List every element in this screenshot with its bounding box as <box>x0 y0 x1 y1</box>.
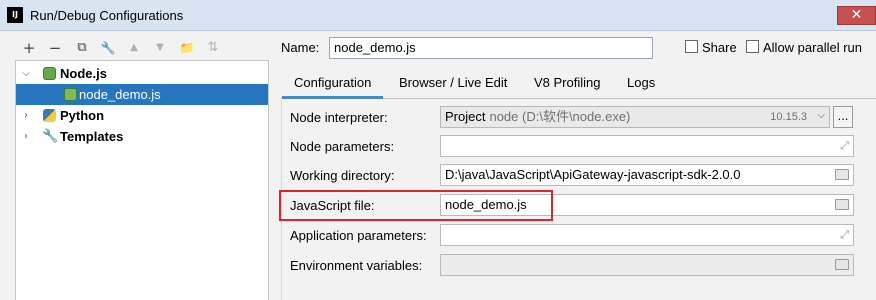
application-parameters-label: Application parameters: <box>290 228 427 243</box>
close-button[interactable]: ✕ <box>837 6 876 25</box>
working-directory-value: D:\java\JavaScript\ApiGateway-javascript… <box>445 167 741 182</box>
chevron-right-icon[interactable]: › <box>20 126 32 147</box>
allow-parallel-run-label: Allow parallel run <box>763 40 862 55</box>
browse-interpreter-button[interactable]: ... <box>833 106 853 128</box>
tree-item-label: node_demo.js <box>79 87 161 102</box>
config-toolbar: + − ⧉ 🔧 ▲ ▼ 📁 ⇅ <box>15 37 269 59</box>
wrench-icon: 🔧 <box>42 129 59 144</box>
nodejs-icon <box>64 88 77 101</box>
interpreter-version: 10.15.3 <box>770 111 807 123</box>
folder-icon[interactable] <box>835 199 849 210</box>
working-directory-label: Working directory: <box>290 168 395 183</box>
remove-button[interactable]: − <box>46 37 64 59</box>
tab-v8-profiling[interactable]: V8 Profiling <box>522 66 612 99</box>
name-input[interactable]: node_demo.js <box>329 37 653 59</box>
folder-icon[interactable] <box>835 259 849 270</box>
tree-item-python[interactable]: › Python <box>16 105 268 126</box>
tree-item-label: Python <box>60 108 105 123</box>
tree-item-label: Templates <box>60 129 124 144</box>
allow-parallel-run-checkbox[interactable] <box>746 40 759 53</box>
title-bar: IJ Run/Debug Configurations ✕ <box>0 0 876 31</box>
expand-icon[interactable]: ⤢ <box>840 227 849 243</box>
node-parameters-input[interactable]: ⤢ <box>440 135 854 157</box>
chevron-right-icon[interactable]: › <box>20 105 32 126</box>
interpreter-kind: Project <box>445 109 486 124</box>
tab-bar: Configuration Browser / Live Edit V8 Pro… <box>281 66 876 99</box>
share-label: Share <box>702 40 737 55</box>
chevron-down-icon: ⌵ <box>817 110 825 121</box>
copy-button[interactable]: ⧉ <box>73 37 91 59</box>
move-up-button[interactable]: ▲ <box>125 37 143 59</box>
sort-button[interactable]: ⇅ <box>204 37 222 59</box>
folder-icon[interactable] <box>835 169 849 180</box>
python-icon <box>43 109 56 122</box>
tree-item-node-demo[interactable]: node_demo.js <box>16 84 268 105</box>
node-interpreter-select[interactable]: Project node (D:\软件\node.exe) 10.15.3 ⌵ <box>440 106 830 128</box>
application-parameters-input[interactable]: ⤢ <box>440 224 854 246</box>
chevron-down-icon[interactable]: ⌵ <box>20 63 32 84</box>
highlight-box <box>279 190 553 221</box>
tree-item-label: Node.js <box>60 66 107 81</box>
share-checkbox[interactable] <box>685 40 698 53</box>
window-title: Run/Debug Configurations <box>30 8 184 23</box>
expand-icon[interactable]: ⤢ <box>840 138 849 154</box>
tab-logs[interactable]: Logs <box>615 66 667 99</box>
tree-item-templates[interactable]: › 🔧 Templates <box>16 126 268 147</box>
add-button[interactable]: + <box>20 37 38 59</box>
environment-variables-input[interactable] <box>440 254 854 276</box>
working-directory-input[interactable]: D:\java\JavaScript\ApiGateway-javascript… <box>440 164 854 186</box>
node-interpreter-label: Node interpreter: <box>290 110 388 125</box>
new-folder-button[interactable]: 📁 <box>178 37 196 59</box>
tab-configuration[interactable]: Configuration <box>282 66 384 99</box>
node-parameters-label: Node parameters: <box>290 139 395 154</box>
nodejs-icon <box>43 67 56 80</box>
name-label: Name: <box>281 40 320 55</box>
edit-defaults-button[interactable]: 🔧 <box>99 37 117 59</box>
move-down-button[interactable]: ▼ <box>151 37 169 59</box>
tree-item-nodejs[interactable]: ⌵ Node.js <box>16 63 268 84</box>
interpreter-path: node (D:\软件\node.exe) <box>489 109 631 124</box>
intellij-icon: IJ <box>7 7 23 23</box>
configuration-tree[interactable]: ⌵ Node.js node_demo.js › Python › 🔧 Temp… <box>15 60 269 300</box>
tab-browser-live-edit[interactable]: Browser / Live Edit <box>387 66 519 99</box>
environment-variables-label: Environment variables: <box>290 258 423 273</box>
